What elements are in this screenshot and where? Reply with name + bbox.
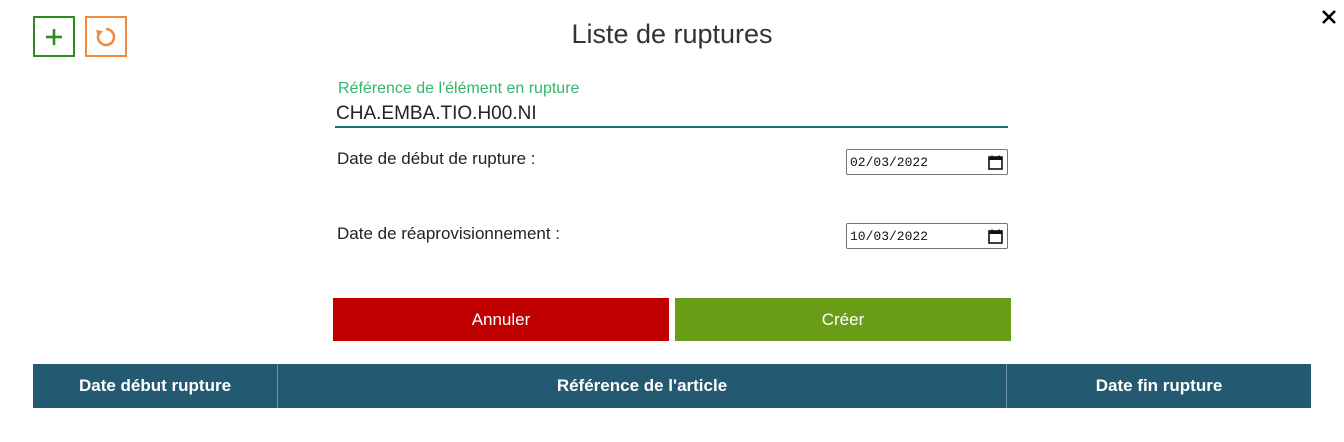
restock-date-input[interactable]: 10/03/2022 (846, 223, 1008, 249)
reference-input[interactable] (335, 102, 1008, 128)
calendar-icon[interactable] (988, 155, 1003, 170)
reference-label: Référence de l'élément en rupture (338, 80, 580, 97)
cancel-button[interactable]: Annuler (333, 298, 669, 341)
restock-date-label: Date de réaprovisionnement : (337, 224, 561, 243)
column-header-start-date[interactable]: Date début rupture (33, 364, 278, 408)
column-header-reference[interactable]: Référence de l'article (278, 364, 1007, 408)
restock-date-value: 10/03/2022 (850, 228, 929, 244)
create-button[interactable]: Créer (675, 298, 1011, 341)
calendar-icon[interactable] (988, 229, 1003, 244)
table-header: Date début rupture Référence de l'articl… (33, 364, 1311, 408)
page-title: Liste de ruptures (571, 19, 773, 49)
start-date-value: 02/03/2022 (850, 154, 929, 170)
start-date-label: Date de début de rupture : (337, 149, 536, 168)
start-date-input[interactable]: 02/03/2022 (846, 149, 1008, 175)
column-header-end-date[interactable]: Date fin rupture (1007, 364, 1311, 408)
